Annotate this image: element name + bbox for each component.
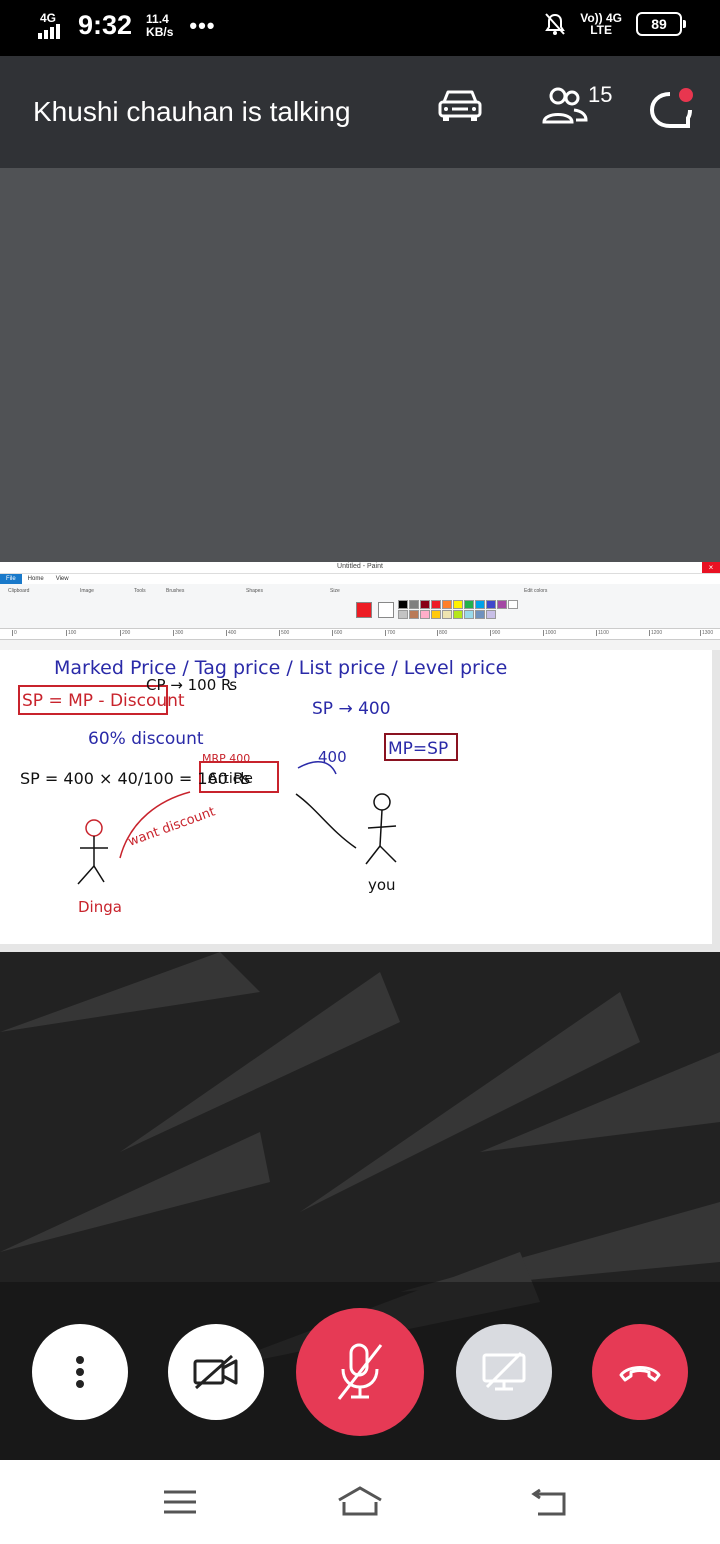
back-icon[interactable]: [530, 1488, 568, 1518]
color1-swatch: [356, 602, 372, 618]
palette-swatch: [398, 600, 408, 609]
screen-share-button[interactable]: [456, 1324, 552, 1420]
palette-swatch: [475, 600, 485, 609]
palette-swatch: [442, 610, 452, 619]
participants-icon[interactable]: [540, 84, 590, 128]
palette-swatch: [431, 600, 441, 609]
stick-figure-you: [365, 793, 397, 865]
note-formula: SP = MP - Discount: [22, 691, 185, 711]
call-header: Khushi chauhan is talking 15: [0, 56, 720, 168]
call-background: [0, 952, 720, 1460]
palette-swatch: [442, 600, 452, 609]
status-bar: 4G 9:32 11.4 KB/s ••• Vo)) 4G LTE 89: [0, 0, 720, 56]
network-speed: 11.4 KB/s: [146, 11, 174, 39]
signal-icon: 4G: [38, 11, 70, 41]
mute-notifications-icon: [545, 13, 566, 35]
note-discount: 60% discount: [88, 729, 204, 749]
home-icon[interactable]: [336, 1484, 384, 1518]
volte-indicator: Vo)) 4G LTE: [580, 11, 622, 37]
note-cp: CP → 100 ₨: [146, 676, 237, 694]
more-vertical-icon: [76, 1356, 84, 1388]
recent-apps-icon[interactable]: [162, 1488, 198, 1516]
palette-swatch: [464, 600, 474, 609]
note-want: want discount: [126, 804, 217, 849]
note-prices: Marked Price / Tag price / List price / …: [54, 657, 507, 679]
palette-swatch: [486, 600, 496, 609]
palette-swatch: [508, 600, 518, 609]
note-dinga: Dinga: [78, 898, 122, 916]
color-palette: [398, 600, 518, 619]
chat-icon[interactable]: [646, 84, 698, 136]
note-400: 400: [318, 748, 347, 766]
palette-swatch: [409, 600, 419, 609]
car-mode-icon[interactable]: [436, 84, 484, 124]
note-sp-calc: SP = 400 × 40/100 = 160 ₨: [20, 769, 250, 788]
palette-swatch: [453, 610, 463, 619]
more-notifications-icon: •••: [189, 12, 216, 38]
mic-mute-button[interactable]: [296, 1308, 424, 1436]
end-call-button[interactable]: [592, 1324, 688, 1420]
palette-swatch: [431, 610, 441, 619]
horizontal-scrollbar: [0, 944, 720, 952]
navigation-bar: [0, 1460, 720, 1544]
palette-swatch: [497, 600, 507, 609]
paint-menu: File Home View: [0, 574, 720, 584]
video-off-button[interactable]: [168, 1324, 264, 1420]
shared-screen: Untitled - Paint × File Home View Clipbo…: [0, 562, 720, 952]
note-mrp: MRP 400: [202, 752, 250, 765]
palette-swatch: [486, 610, 496, 619]
screen-share-off-icon: [482, 1351, 526, 1391]
video-off-icon: [193, 1354, 238, 1390]
participants-count: 15: [588, 82, 613, 107]
mic-off-icon: [337, 1343, 383, 1400]
palette-swatch: [420, 610, 430, 619]
paint-ribbon: Clipboard Image Tools Brushes Shapes Siz…: [0, 584, 720, 629]
close-icon: ×: [702, 562, 720, 573]
paint-canvas: Marked Price / Tag price / List price / …: [0, 650, 712, 944]
stick-figure-dinga: [77, 819, 108, 885]
palette-swatch: [464, 610, 474, 619]
arrow-from-you: [295, 793, 357, 849]
clock: 9:32: [78, 10, 133, 40]
vertical-scrollbar: [712, 650, 720, 944]
palette-swatch: [409, 610, 419, 619]
ruler: 0 100 200 300 400 500 600 700 800 900 10…: [0, 629, 720, 640]
color2-swatch: [378, 602, 394, 618]
palette-swatch: [475, 610, 485, 619]
note-mpsp: MP=SP: [388, 739, 448, 759]
paint-titlebar: Untitled - Paint ×: [0, 562, 720, 574]
hang-up-icon: [619, 1366, 661, 1382]
palette-swatch: [420, 600, 430, 609]
video-placeholder: [0, 168, 720, 562]
palette-swatch: [453, 600, 463, 609]
palette-swatch: [398, 610, 408, 619]
call-title: Khushi chauhan is talking: [33, 96, 351, 127]
note-sp400: SP → 400: [312, 699, 391, 719]
more-options-button[interactable]: [32, 1324, 128, 1420]
note-you: you: [368, 876, 396, 894]
battery-icon: 89: [636, 12, 686, 36]
